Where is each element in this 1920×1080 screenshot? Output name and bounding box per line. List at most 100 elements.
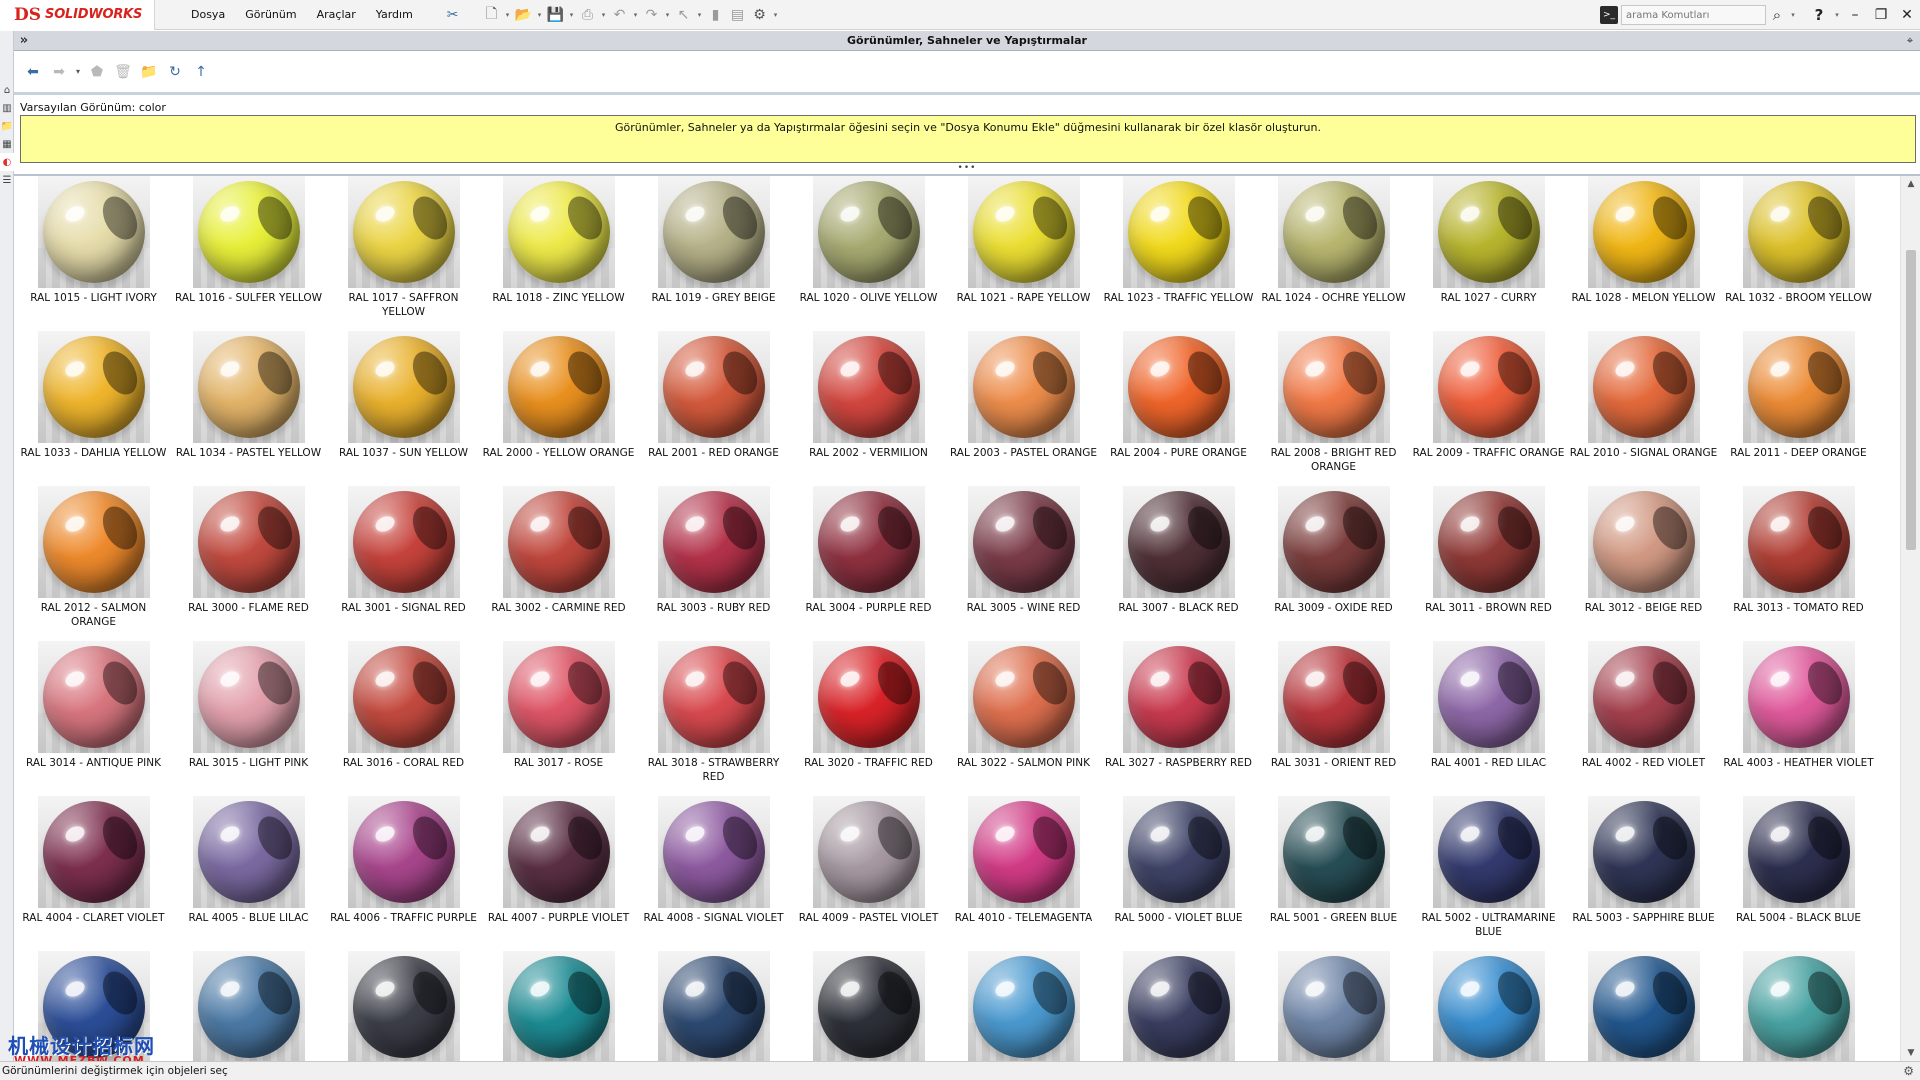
close-icon[interactable]: ✕ <box>1894 7 1920 23</box>
appearance-item[interactable]: RAL 1021 - RAPE YELLOW <box>946 176 1101 331</box>
appearance-item[interactable]: RAL 2004 - PURE ORANGE <box>1101 331 1256 486</box>
status-settings-icon[interactable]: ⚙ <box>1903 1064 1914 1078</box>
select-pointer-icon[interactable]: ↖ <box>673 4 695 26</box>
appearance-item[interactable] <box>636 951 791 1061</box>
rebuild-icon[interactable]: ▮ <box>705 4 727 26</box>
tab-solidworks-resources-icon[interactable]: ⌂ <box>0 81 14 99</box>
collapse-pane-icon[interactable]: » <box>14 33 34 48</box>
appearance-item[interactable]: RAL 3020 - TRAFFIC RED <box>791 641 946 796</box>
appearance-item[interactable] <box>1101 951 1256 1061</box>
appearance-item[interactable]: RAL 3018 - STRAWBERRY RED <box>636 641 791 796</box>
appearance-item[interactable] <box>1411 951 1566 1061</box>
appearance-item[interactable]: RAL 4004 - CLARET VIOLET <box>16 796 171 951</box>
appearance-item[interactable]: RAL 1032 - BROOM YELLOW <box>1721 176 1876 331</box>
appearance-item[interactable]: RAL 3009 - OXIDE RED <box>1256 486 1411 641</box>
appearance-item[interactable]: RAL 4008 - SIGNAL VIOLET <box>636 796 791 951</box>
appearance-item[interactable]: RAL 3012 - BEIGE RED <box>1566 486 1721 641</box>
appearance-item[interactable]: RAL 5003 - SAPPHIRE BLUE <box>1566 796 1721 951</box>
appearance-item[interactable]: RAL 3027 - RASPBERRY RED <box>1101 641 1256 796</box>
appearance-item[interactable]: RAL 2012 - SALMON ORANGE <box>16 486 171 641</box>
scroll-down-icon[interactable]: ▼ <box>1901 1045 1920 1061</box>
appearance-item[interactable] <box>1256 951 1411 1061</box>
scrollbar-thumb[interactable] <box>1906 250 1916 550</box>
solidworks-logo[interactable]: DS SOLIDWORKS <box>0 0 155 30</box>
appearance-item[interactable]: RAL 5004 - BLACK BLUE <box>1721 796 1876 951</box>
print-dropdown-caret-icon[interactable]: ▾ <box>599 11 609 19</box>
open-dropdown-caret-icon[interactable]: ▾ <box>535 11 545 19</box>
appearance-item[interactable]: RAL 1028 - MELON YELLOW <box>1566 176 1721 331</box>
scroll-up-icon[interactable]: ▲ <box>1901 176 1920 192</box>
search-commands-input[interactable] <box>1621 5 1766 25</box>
options-dropdown-caret-icon[interactable]: ▾ <box>771 11 781 19</box>
menu-help[interactable]: Yardım <box>366 0 423 30</box>
appearance-item[interactable]: RAL 4005 - BLUE LILAC <box>171 796 326 951</box>
tab-view-palette-icon[interactable]: ▦ <box>0 135 14 153</box>
appearance-item[interactable]: RAL 1037 - SUN YELLOW <box>326 331 481 486</box>
appearance-item[interactable]: RAL 3005 - WINE RED <box>946 486 1101 641</box>
appearance-item[interactable]: RAL 1018 - ZINC YELLOW <box>481 176 636 331</box>
undo-dropdown-caret-icon[interactable]: ▾ <box>631 11 641 19</box>
options-gear-icon[interactable]: ⚙ <box>749 4 771 26</box>
save-dropdown-caret-icon[interactable]: ▾ <box>567 11 577 19</box>
appearance-item[interactable]: RAL 3011 - BROWN RED <box>1411 486 1566 641</box>
appearance-item[interactable]: RAL 1034 - PASTEL YELLOW <box>171 331 326 486</box>
appearance-item[interactable]: RAL 1019 - GREY BEIGE <box>636 176 791 331</box>
appearance-item[interactable] <box>1566 951 1721 1061</box>
appearance-item[interactable]: RAL 5000 - VIOLET BLUE <box>1101 796 1256 951</box>
appearance-item[interactable]: RAL 2002 - VERMILION <box>791 331 946 486</box>
menu-file[interactable]: Dosya <box>181 0 235 30</box>
appearance-item[interactable]: RAL 2009 - TRAFFIC ORANGE <box>1411 331 1566 486</box>
terminal-icon[interactable]: >_ <box>1600 6 1618 24</box>
appearance-item[interactable] <box>1721 951 1876 1061</box>
pin-pane-icon[interactable]: ⌖ <box>1900 34 1920 48</box>
appearance-item[interactable]: RAL 4001 - RED LILAC <box>1411 641 1566 796</box>
select-dropdown-caret-icon[interactable]: ▾ <box>695 11 705 19</box>
appearance-item[interactable] <box>791 951 946 1061</box>
back-icon[interactable]: ⬅ <box>20 60 46 84</box>
appearance-item[interactable]: RAL 2001 - RED ORANGE <box>636 331 791 486</box>
appearance-item[interactable]: RAL 4003 - HEATHER VIOLET <box>1721 641 1876 796</box>
menu-tools[interactable]: Araçlar <box>307 0 366 30</box>
redo-dropdown-caret-icon[interactable]: ▾ <box>663 11 673 19</box>
appearance-item[interactable]: RAL 3016 - CORAL RED <box>326 641 481 796</box>
tab-custom-properties-icon[interactable]: ☰ <box>0 171 14 189</box>
appearance-item[interactable] <box>481 951 636 1061</box>
appearance-item[interactable]: RAL 3022 - SALMON PINK <box>946 641 1101 796</box>
appearance-item[interactable]: RAL 4006 - TRAFFIC PURPLE <box>326 796 481 951</box>
tab-file-explorer-icon[interactable]: 📁 <box>0 117 14 135</box>
vertical-scrollbar[interactable]: ▲ ▼ <box>1900 176 1920 1061</box>
menu-view[interactable]: Görünüm <box>235 0 306 30</box>
open-document-icon[interactable]: 📂 <box>513 4 535 26</box>
appearance-item[interactable]: RAL 1015 - LIGHT IVORY <box>16 176 171 331</box>
appearance-item[interactable]: RAL 2011 - DEEP ORANGE <box>1721 331 1876 486</box>
appearance-item[interactable]: RAL 4007 - PURPLE VIOLET <box>481 796 636 951</box>
add-file-location-icon[interactable]: ⬟ <box>84 60 110 84</box>
up-one-level-icon[interactable]: ↑ <box>188 60 214 84</box>
help-icon[interactable]: ? <box>1806 6 1832 24</box>
refresh-icon[interactable]: ↻ <box>162 60 188 84</box>
appearance-item[interactable]: RAL 1023 - TRAFFIC YELLOW <box>1101 176 1256 331</box>
appearance-item[interactable]: RAL 3013 - TOMATO RED <box>1721 486 1876 641</box>
forward-icon[interactable]: ➡ <box>46 60 72 84</box>
appearance-item[interactable]: RAL 3002 - CARMINE RED <box>481 486 636 641</box>
restore-icon[interactable]: ❐ <box>1868 7 1894 23</box>
new-folder-icon[interactable]: 📁 <box>136 60 162 84</box>
minimize-icon[interactable]: – <box>1842 7 1868 23</box>
print-icon[interactable]: ⎙ <box>577 4 599 26</box>
appearance-item[interactable]: RAL 1016 - SULFER YELLOW <box>171 176 326 331</box>
appearance-item[interactable]: RAL 3017 - ROSE <box>481 641 636 796</box>
appearance-item[interactable] <box>946 951 1101 1061</box>
new-dropdown-caret-icon[interactable]: ▾ <box>503 11 513 19</box>
tab-design-library-icon[interactable]: ▥ <box>0 99 14 117</box>
pin-menu-icon[interactable]: ✂ <box>447 7 459 23</box>
appearance-item[interactable]: RAL 1033 - DAHLIA YELLOW <box>16 331 171 486</box>
appearance-item[interactable]: RAL 1027 - CURRY <box>1411 176 1566 331</box>
appearance-item[interactable]: RAL 3004 - PURPLE RED <box>791 486 946 641</box>
appearance-item[interactable]: RAL 3003 - RUBY RED <box>636 486 791 641</box>
file-properties-icon[interactable]: ▤ <box>727 4 749 26</box>
appearance-item[interactable]: RAL 4010 - TELEMAGENTA <box>946 796 1101 951</box>
appearance-item[interactable]: RAL 2010 - SIGNAL ORANGE <box>1566 331 1721 486</box>
appearance-item[interactable]: RAL 2000 - YELLOW ORANGE <box>481 331 636 486</box>
appearance-item[interactable]: RAL 4002 - RED VIOLET <box>1566 641 1721 796</box>
appearance-item[interactable]: RAL 3000 - FLAME RED <box>171 486 326 641</box>
